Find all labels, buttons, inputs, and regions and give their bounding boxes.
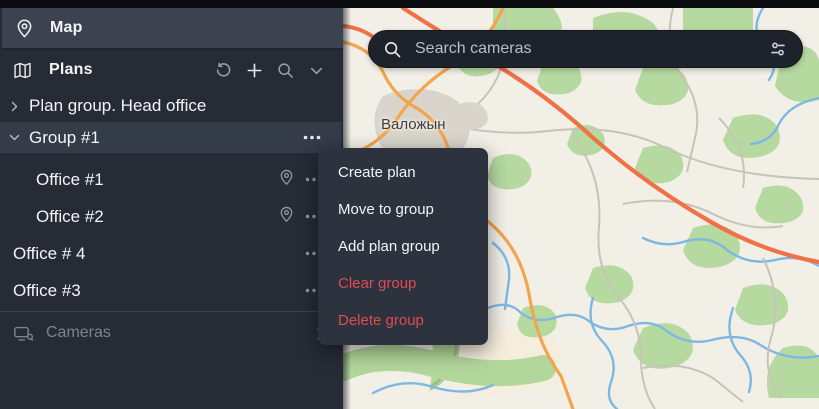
plans-tree: Plan group. Head office Group #1 Office [0,90,343,309]
menu-item-delete-group[interactable]: Delete group [318,302,488,339]
collapse-chevron-down-icon[interactable] [305,59,327,81]
add-plan-icon[interactable] [243,59,265,81]
tree-item-label: Group #1 [29,128,100,148]
tree-item-plan-group-head-office[interactable]: Plan group. Head office [0,90,343,122]
tree-item-office-1[interactable]: Office #1 [0,161,343,198]
menu-item-clear-group[interactable]: Clear group [318,265,488,302]
plans-section-label: Plans [49,61,93,79]
map-town-label: Валожын [381,116,446,133]
search-plans-icon[interactable] [274,59,296,81]
placed-on-map-pin-icon[interactable] [278,169,295,191]
sidebar-section-plans[interactable]: Plans [0,50,343,90]
group-more-options-icon[interactable] [303,135,321,140]
group-context-menu: Create plan Move to group Add plan group… [318,148,488,345]
sidebar-item-map-label: Map [50,19,83,37]
search-cameras-input[interactable] [413,39,757,59]
tree-spacer [0,153,343,161]
search-icon [383,40,402,59]
tree-item-label: Plan group. Head office [29,96,206,116]
camera-search-bar[interactable] [368,30,803,68]
tree-item-label: Office #3 [13,281,81,301]
tree-item-office-2[interactable]: Office #2 [0,198,343,235]
menu-item-create-plan[interactable]: Create plan [318,154,488,191]
chevron-right-icon[interactable] [8,100,21,113]
tree-item-office-3[interactable]: Office #3 [0,272,343,309]
placed-on-map-pin-icon[interactable] [278,206,295,228]
sidebar: Map Plans [0,8,343,409]
plans-actions [212,59,343,81]
sidebar-item-map[interactable]: Map [2,8,343,50]
menu-item-add-plan-group[interactable]: Add plan group [318,228,488,265]
tree-item-label: Office #1 [36,170,104,190]
cameras-icon [13,324,35,343]
sidebar-section-cameras[interactable]: Cameras [0,312,343,354]
filter-sliders-icon[interactable] [768,39,788,59]
refresh-icon[interactable] [212,59,234,81]
tree-item-label: Office # 4 [13,244,85,264]
window-top-strip [0,0,819,8]
menu-item-move-to-group[interactable]: Move to group [318,191,488,228]
tree-item-group-1[interactable]: Group #1 [0,122,341,153]
plans-map-icon [12,60,33,81]
chevron-down-icon[interactable] [8,131,21,144]
tree-item-office-4[interactable]: Office # 4 [0,235,343,272]
cameras-section-label: Cameras [46,324,111,342]
tree-item-label: Office #2 [36,207,104,227]
location-pin-icon [15,19,34,38]
